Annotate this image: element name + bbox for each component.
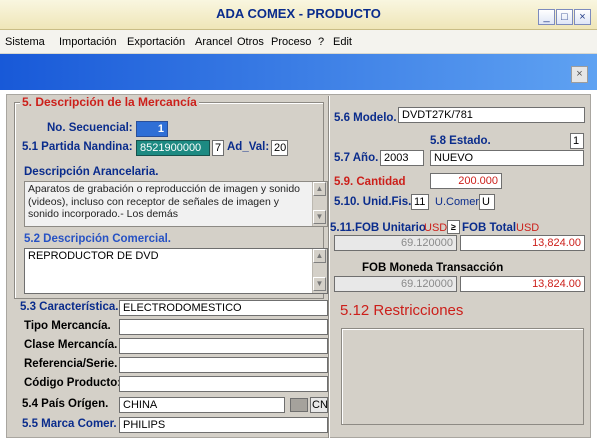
panel-divider: [328, 96, 330, 438]
tipo-mercancia-label: Tipo Mercancía.: [24, 320, 111, 332]
cantidad-field[interactable]: 200.000: [430, 173, 502, 189]
fob-arrow-button[interactable]: ≥: [447, 220, 460, 234]
fob-unitario-label: 5.11.FOB Unitario: [330, 222, 426, 234]
scroll-down-icon[interactable]: ▼: [313, 210, 326, 224]
u-comer-field[interactable]: U: [479, 194, 495, 210]
menu-proceso[interactable]: Proceso: [271, 36, 311, 48]
clase-mercancia-label: Clase Mercancía.: [24, 339, 118, 351]
desc-arancelaria-scrollbar[interactable]: ▲ ▼: [312, 182, 327, 226]
cantidad-label: 5.9. Cantidad: [334, 176, 406, 188]
pais-origen-code-field[interactable]: CN: [310, 397, 328, 413]
restricciones-box: [341, 328, 584, 425]
fob-total-currency: USD: [516, 222, 540, 234]
marca-field[interactable]: PHILIPS: [119, 417, 328, 433]
menu-otros[interactable]: Otros: [237, 36, 264, 48]
toolbar-band: [0, 54, 597, 90]
referencia-label: Referencia/Serie.: [24, 358, 118, 370]
ad-val-field[interactable]: 20: [271, 140, 288, 156]
estado-field[interactable]: NUEVO: [430, 150, 584, 166]
window-title: ADA COMEX - PRODUCTO: [216, 6, 381, 21]
referencia-field[interactable]: [119, 357, 328, 373]
partida-field[interactable]: 8521900000: [136, 140, 210, 156]
caracteristica-label: 5.3 Característica.: [20, 301, 119, 313]
unid-fis-field[interactable]: 11: [411, 194, 429, 210]
menu-sistema[interactable]: Sistema: [5, 36, 45, 48]
fob-unitario-currency: USD: [424, 222, 448, 234]
pais-origen-label: 5.4 País Orígen.: [22, 398, 109, 410]
modelo-field[interactable]: DVDT27K/781: [398, 107, 585, 123]
pais-origen-field[interactable]: CHINA: [119, 397, 285, 413]
section5-title: 5. Descripción de la Mercancía: [20, 95, 199, 109]
partida-digit-field[interactable]: 7: [212, 140, 224, 156]
desc-comercial-label: 5.2 Descripción Comercial.: [24, 233, 172, 245]
desc-comercial-scrollbar[interactable]: ▲ ▼: [312, 249, 327, 293]
menu-arancel[interactable]: Arancel: [195, 36, 232, 48]
pais-origen-lookup-button[interactable]: [290, 398, 308, 412]
no-secuencial-label: No. Secuencial:: [47, 122, 133, 134]
fob-total-field[interactable]: 13,824.00: [460, 235, 585, 251]
fob-moneda-label: FOB Moneda Transacción: [362, 262, 504, 274]
partida-label: 5.1 Partida Nandina:: [22, 141, 133, 153]
menu-help[interactable]: ?: [318, 36, 324, 48]
anio-field[interactable]: 2003: [380, 150, 424, 166]
marca-label: 5.5 Marca Comer.: [22, 418, 117, 430]
menu-importacion[interactable]: Importación: [59, 36, 116, 48]
menu-edit[interactable]: Edit: [333, 36, 352, 48]
codigo-producto-field[interactable]: [119, 376, 328, 392]
restricciones-title: 5.12 Restricciones: [340, 302, 464, 319]
fob-total-label: FOB Total: [462, 222, 517, 234]
caracteristica-field[interactable]: ELECTRODOMESTICO: [119, 300, 328, 316]
clase-mercancia-field[interactable]: [119, 338, 328, 354]
desc-arancelaria-text: Aparatos de grabación o reproducción de …: [24, 181, 328, 227]
anio-label: 5.7 Año.: [334, 152, 379, 164]
scroll-down-icon[interactable]: ▼: [313, 277, 326, 291]
minimize-button[interactable]: _: [538, 9, 555, 25]
scroll-up-icon[interactable]: ▲: [313, 182, 326, 196]
scroll-up-icon[interactable]: ▲: [313, 249, 326, 263]
estado-code-field[interactable]: 1: [570, 133, 584, 149]
desc-comercial-field[interactable]: REPRODUCTOR DE DVD: [24, 248, 328, 294]
desc-arancelaria-label: Descripción Arancelaria.: [24, 166, 159, 178]
maximize-button[interactable]: □: [556, 9, 573, 25]
codigo-producto-label: Código Producto:: [24, 377, 122, 389]
ad-val-label: Ad_Val:: [227, 141, 270, 153]
fob-unitario-field[interactable]: 69.120000: [334, 235, 457, 251]
menu-exportacion[interactable]: Exportación: [127, 36, 185, 48]
tipo-mercancia-field[interactable]: [119, 319, 328, 335]
no-secuencial-field[interactable]: 1: [136, 121, 168, 137]
unid-fis-label: 5.10. Unid.Fis.: [334, 196, 412, 208]
u-comer-label: U.Comer.: [435, 196, 482, 208]
window-close-button[interactable]: ×: [574, 9, 591, 25]
modelo-label: 5.6 Modelo.: [334, 112, 397, 124]
form-close-button[interactable]: ×: [571, 66, 588, 83]
fob-moneda-unitario-field[interactable]: 69.120000: [334, 276, 457, 292]
fob-moneda-total-field[interactable]: 13,824.00: [460, 276, 585, 292]
estado-label: 5.8 Estado.: [430, 135, 491, 147]
